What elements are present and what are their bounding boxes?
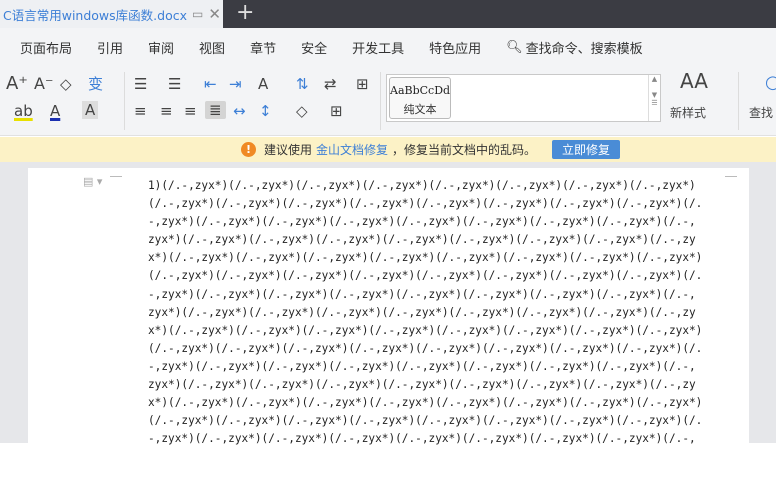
menu-review[interactable]: 审阅: [148, 38, 174, 57]
find-button[interactable]: 查找: [749, 104, 773, 122]
line-spacing-icon[interactable]: ↕: [259, 102, 272, 120]
spacing-icon[interactable]: ⇄: [324, 75, 337, 93]
text-line: (/.-,zyx*)(/.-,zyx*)(/.-,zyx*)(/.-,zyx*)…: [148, 341, 703, 355]
repair-notice-bar: ! 建议使用 金山文档修复 ，修复当前文档中的乱码。 立即修复: [0, 137, 776, 162]
style-preview: AaBbCcDd: [390, 84, 451, 97]
paragraph-menu-icon[interactable]: ▤ ▾: [83, 175, 102, 188]
sort-icon[interactable]: ⇅: [296, 75, 309, 93]
align-left-icon[interactable]: ≡: [134, 102, 147, 120]
text-line: x*)(/.-,zyx*)(/.-,zyx*)(/.-,zyx*)(/.-,zy…: [148, 251, 703, 265]
menu-developer[interactable]: 开发工具: [352, 38, 404, 57]
margin-marker: [110, 176, 122, 177]
menu-page-layout[interactable]: 页面布局: [20, 38, 72, 57]
table-icon[interactable]: ⊞: [356, 75, 369, 93]
divider: [380, 72, 381, 130]
style-name: 纯文本: [403, 103, 437, 116]
warning-icon: !: [241, 142, 256, 157]
close-icon[interactable]: ✕: [208, 5, 221, 23]
decrease-indent-icon[interactable]: ⇤: [204, 75, 217, 93]
menu-bar: 页面布局 引用 审阅 视图 章节 安全 开发工具 特色应用 🔍︎ 查找命令、搜索模…: [0, 28, 776, 66]
notice-suffix: ，修复当前文档中的乱码。: [392, 143, 537, 157]
shading-icon[interactable]: ◇: [296, 102, 308, 120]
document-tab-title: C语言常用windows库函数.docx: [3, 7, 187, 23]
style-gallery-scrollbar[interactable]: ▲ ▼ ☰: [648, 75, 660, 121]
text-line: -,zyx*)(/.-,zyx*)(/.-,zyx*)(/.-,zyx*)(/.…: [148, 359, 696, 373]
text-line: -,zyx*)(/.-,zyx*)(/.-,zyx*)(/.-,zyx*)(/.…: [148, 287, 696, 301]
text-line: (/.-,zyx*)(/.-,zyx*)(/.-,zyx*)(/.-,zyx*)…: [148, 269, 703, 283]
text-line: zyx*)(/.-,zyx*)(/.-,zyx*)(/.-,zyx*)(/.-,…: [148, 305, 696, 319]
text-line: -,zyx*)(/.-,zyx*)(/.-,zyx*)(/.-,zyx*)(/.…: [148, 432, 696, 446]
text-line: x*)(/.-,zyx*)(/.-,zyx*)(/.-,zyx*)(/.-,zy…: [148, 323, 703, 337]
menu-references[interactable]: 引用: [97, 38, 123, 57]
new-style-icon[interactable]: AA: [680, 71, 708, 91]
menu-features[interactable]: 特色应用: [429, 38, 481, 57]
menu-view[interactable]: 视图: [199, 38, 225, 57]
window-icon[interactable]: ▭: [192, 7, 203, 21]
search-icon: 🔍︎: [506, 39, 523, 55]
style-gallery: AaBbCcDd 纯文本 ▲ ▼ ☰: [386, 74, 661, 122]
text-line: (/.-,zyx*)(/.-,zyx*)(/.-,zyx*)(/.-,zyx*)…: [148, 414, 703, 428]
borders-icon[interactable]: ⊞: [330, 102, 343, 120]
text-line: 1)(/.-,zyx*)(/.-,zyx*)(/.-,zyx*)(/.-,zyx…: [148, 179, 696, 192]
command-search-label: 查找命令、搜索模板: [525, 41, 643, 57]
toolbar: A⁺ A⁻ ◇ 变 ab A A ☰ ☰ ⇤ ⇥ A ⇅ ⇄ ⊞ ≡ ≡ ≡ ≣…: [0, 66, 776, 136]
text-line: zyx*)(/.-,zyx*)(/.-,zyx*)(/.-,zyx*)(/.-,…: [148, 233, 696, 247]
phonetic-guide-icon[interactable]: 变: [88, 75, 103, 93]
char-scale-icon[interactable]: A: [258, 75, 268, 93]
document-tab[interactable]: C语言常用windows库函数.docx ▭ ✕: [0, 0, 223, 28]
new-tab-button[interactable]: +: [236, 2, 254, 24]
clear-format-icon[interactable]: ◇: [60, 75, 72, 93]
grow-font-icon[interactable]: A⁺: [6, 75, 28, 93]
command-search[interactable]: 🔍︎ 查找命令、搜索模板: [506, 38, 643, 57]
shrink-font-icon[interactable]: A⁻: [34, 75, 53, 93]
document-area: ▤ ▾ 1)(/.-,zyx*)(/.-,zyx*)(/.-,zyx*)(/.-…: [0, 162, 776, 445]
distribute-icon[interactable]: ↔: [233, 102, 246, 120]
repair-now-button[interactable]: 立即修复: [552, 140, 621, 159]
notice-prefix: 建议使用: [264, 143, 313, 157]
divider: [738, 72, 739, 130]
tab-bar: C语言常用windows库函数.docx ▭ ✕ +: [0, 0, 776, 28]
new-style-button[interactable]: 新样式: [670, 104, 706, 122]
bullets-icon[interactable]: ☰: [134, 75, 147, 93]
align-right-icon[interactable]: ≡: [184, 102, 197, 120]
divider: [124, 72, 125, 130]
menu-security[interactable]: 安全: [301, 38, 327, 57]
text-line: -,zyx*)(/.-,zyx*)(/.-,zyx*)(/.-,zyx*)(/.…: [148, 215, 696, 229]
char-shading-icon[interactable]: A: [82, 101, 99, 119]
text-line: zyx*)(/.-,zyx*)(/.-,zyx*)(/.-,zyx*)(/.-,…: [148, 378, 696, 392]
document-text[interactable]: 1)(/.-,zyx*)(/.-,zyx*)(/.-,zyx*)(/.-,zyx…: [148, 177, 702, 448]
margin-marker: [725, 176, 737, 177]
style-plain-text[interactable]: AaBbCcDd 纯文本: [389, 77, 451, 119]
document-page[interactable]: ▤ ▾ 1)(/.-,zyx*)(/.-,zyx*)(/.-,zyx*)(/.-…: [28, 168, 749, 445]
increase-indent-icon[interactable]: ⇥: [229, 75, 242, 93]
find-icon[interactable]: ○: [765, 74, 776, 92]
repair-link[interactable]: 金山文档修复: [316, 141, 388, 158]
text-line: (/.-,zyx*)(/.-,zyx*)(/.-,zyx*)(/.-,zyx*)…: [148, 197, 703, 211]
justify-icon[interactable]: ≣: [205, 101, 226, 119]
text-line: x*)(/.-,zyx*)(/.-,zyx*)(/.-,zyx*)(/.-,zy…: [148, 396, 703, 410]
menu-section[interactable]: 章节: [250, 38, 276, 57]
numbering-icon[interactable]: ☰: [168, 75, 181, 93]
align-center-icon[interactable]: ≡: [160, 102, 173, 120]
font-color-icon[interactable]: A: [50, 102, 60, 120]
highlight-icon[interactable]: ab: [14, 102, 33, 120]
